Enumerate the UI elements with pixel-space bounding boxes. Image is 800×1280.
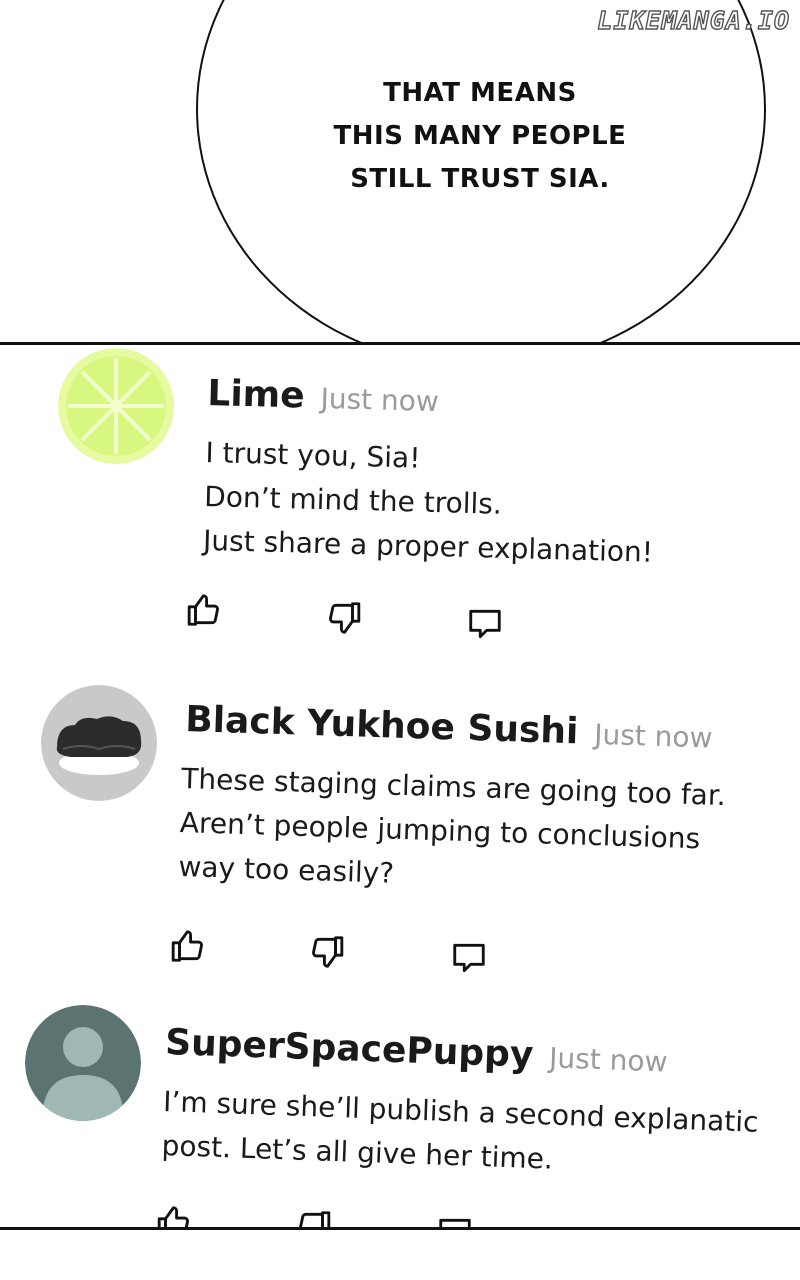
comment-author[interactable]: SuperSpacePuppy	[165, 1022, 534, 1076]
comment-header: Lime Just now	[207, 373, 439, 420]
comment-body: These staging claims are going too far. …	[178, 757, 727, 906]
comment-time: Just now	[548, 1041, 669, 1079]
reply-icon[interactable]	[466, 605, 504, 643]
thumbs-down-icon[interactable]	[324, 599, 362, 637]
comment-superspacepuppy: SuperSpacePuppy Just now I’m sure she’ll …	[0, 1000, 800, 1227]
comment-black-yukhoe-sushi: Black Yukhoe Sushi Just now These staging…	[0, 675, 800, 995]
thumbs-down-icon[interactable]	[294, 1208, 332, 1227]
comment-lime: Lime Just now I trust you, Sia! Don’t min…	[0, 345, 800, 645]
comment-time: Just now	[320, 381, 440, 419]
comment-header: Black Yukhoe Sushi Just now	[185, 699, 713, 757]
comment-body: I trust you, Sia! Don’t mind the trolls.…	[203, 431, 656, 575]
comment-author[interactable]: Lime	[207, 373, 305, 417]
speech-line: THIS MANY PEOPLE	[333, 121, 627, 151]
thumbs-up-icon[interactable]	[186, 591, 224, 629]
avatar-lime-icon[interactable]	[58, 348, 174, 464]
comment-body: I’m sure she’ll publish a second explana…	[161, 1080, 759, 1189]
avatar-default-user-icon[interactable]	[25, 1005, 141, 1121]
comment-header: SuperSpacePuppy Just now	[165, 1022, 669, 1081]
reply-icon[interactable]	[450, 939, 488, 977]
speech-line: THAT MEANS	[383, 78, 577, 108]
comment-time: Just now	[593, 717, 713, 755]
thumbs-up-icon[interactable]	[170, 927, 208, 965]
thumbs-down-icon[interactable]	[307, 933, 345, 971]
avatar-sushi-icon[interactable]	[41, 685, 157, 801]
thumbs-up-icon[interactable]	[156, 1203, 194, 1227]
comment-author[interactable]: Black Yukhoe Sushi	[185, 699, 579, 752]
comments-panel: Lime Just now I trust you, Sia! Don’t min…	[0, 342, 800, 1230]
watermark: LIKEMANGA.IO	[597, 5, 790, 35]
speech-balloon-text: THAT MEANS THIS MANY PEOPLE STILL TRUST …	[300, 72, 660, 201]
reply-icon[interactable]	[436, 1214, 474, 1227]
speech-line: STILL TRUST SIA.	[350, 164, 610, 194]
